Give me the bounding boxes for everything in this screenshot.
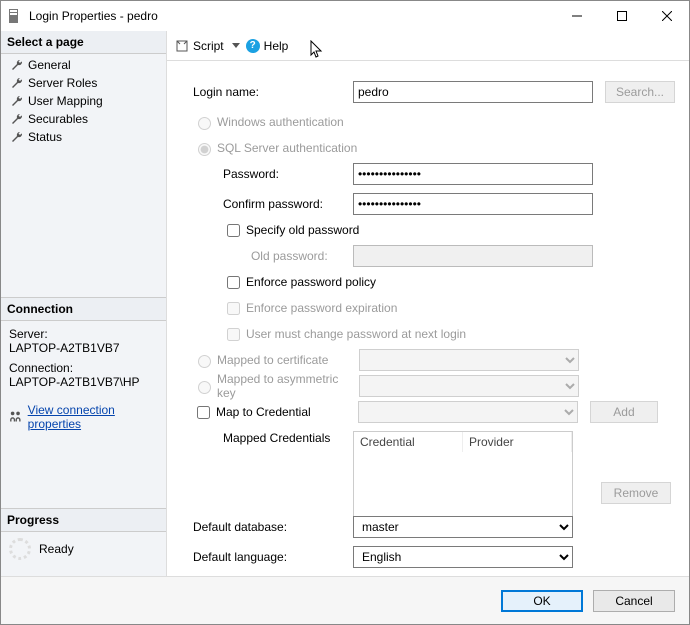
enforce-policy-checkbox[interactable] <box>227 276 240 289</box>
mapped-cert-select <box>359 349 579 371</box>
sql-auth-label: SQL Server authentication <box>217 141 357 155</box>
must-change-checkbox <box>227 328 240 341</box>
confirm-password-label: Confirm password: <box>193 197 353 211</box>
wrench-icon <box>11 77 23 89</box>
wrench-icon <box>11 59 23 71</box>
add-button: Add <box>590 401 658 423</box>
left-panel: Select a page General Server Roles User … <box>1 31 167 576</box>
password-label: Password: <box>193 167 353 181</box>
minimize-button[interactable] <box>554 2 599 30</box>
progress-spinner-icon <box>9 538 31 560</box>
default-lang-label: Default language: <box>193 550 353 564</box>
mapped-credentials-label: Mapped Credentials <box>193 429 353 445</box>
view-connection-properties-link[interactable]: View connection properties <box>28 403 158 431</box>
map-credential-label: Map to Credential <box>216 405 358 419</box>
maximize-button[interactable] <box>599 2 644 30</box>
remove-button: Remove <box>601 482 671 504</box>
mapped-asym-label: Mapped to asymmetric key <box>217 372 359 400</box>
enforce-expiration-checkbox <box>227 302 240 315</box>
chevron-down-icon <box>232 43 240 48</box>
progress-header: Progress <box>1 508 166 532</box>
col-provider: Provider <box>463 432 572 452</box>
help-icon: ? <box>246 39 260 53</box>
wrench-icon <box>11 131 23 143</box>
specify-old-password-label: Specify old password <box>246 223 359 237</box>
confirm-password-input[interactable] <box>353 193 593 215</box>
page-label: General <box>28 58 71 72</box>
login-name-input[interactable] <box>353 81 593 103</box>
old-password-input <box>353 245 593 267</box>
map-credential-select <box>358 401 578 423</box>
enforce-expiration-label: Enforce password expiration <box>246 301 397 315</box>
connection-label: Connection: <box>9 361 158 375</box>
page-server-roles[interactable]: Server Roles <box>1 74 166 92</box>
wrench-icon <box>11 113 23 125</box>
specify-old-password-checkbox[interactable] <box>227 224 240 237</box>
windows-auth-radio <box>198 117 211 130</box>
help-button[interactable]: ? Help <box>246 39 289 53</box>
server-label: Server: <box>9 327 158 341</box>
default-db-label: Default database: <box>193 520 353 534</box>
page-list: General Server Roles User Mapping Secura… <box>1 54 166 148</box>
must-change-label: User must change password at next login <box>246 327 466 341</box>
wrench-icon <box>11 95 23 107</box>
mapped-asym-select <box>359 375 579 397</box>
toolbar: Script ? Help <box>167 31 689 61</box>
page-label: User Mapping <box>28 94 103 108</box>
progress-status: Ready <box>39 542 74 556</box>
script-label: Script <box>193 39 224 53</box>
page-label: Status <box>28 130 62 144</box>
help-label: Help <box>264 39 289 53</box>
server-value: LAPTOP-A2TB1VB7 <box>9 341 158 355</box>
page-user-mapping[interactable]: User Mapping <box>1 92 166 110</box>
app-icon <box>7 8 23 24</box>
login-name-label: Login name: <box>193 85 353 99</box>
mapped-cert-label: Mapped to certificate <box>217 353 359 367</box>
map-credential-checkbox[interactable] <box>197 406 210 419</box>
default-lang-select[interactable]: English <box>353 546 573 568</box>
page-label: Securables <box>28 112 88 126</box>
enforce-policy-label: Enforce password policy <box>246 275 376 289</box>
page-label: Server Roles <box>28 76 97 90</box>
connection-props-icon <box>9 410 22 424</box>
title-bar: Login Properties - pedro <box>1 1 689 31</box>
dialog-footer: OK Cancel <box>1 576 689 624</box>
col-credential: Credential <box>354 432 463 452</box>
ok-button[interactable]: OK <box>501 590 583 612</box>
right-panel: Script ? Help Login name: Search... Wind… <box>167 31 689 576</box>
page-general[interactable]: General <box>1 56 166 74</box>
default-db-select[interactable]: master <box>353 516 573 538</box>
script-icon <box>175 39 189 53</box>
mapped-asym-radio <box>198 381 211 394</box>
close-button[interactable] <box>644 2 689 30</box>
connection-header: Connection <box>1 297 166 321</box>
sql-auth-radio <box>198 143 211 156</box>
script-dropdown[interactable]: Script <box>175 39 240 53</box>
select-page-header: Select a page <box>1 31 166 54</box>
search-button: Search... <box>605 81 675 103</box>
page-securables[interactable]: Securables <box>1 110 166 128</box>
password-input[interactable] <box>353 163 593 185</box>
mapped-cert-radio <box>198 355 211 368</box>
cancel-button[interactable]: Cancel <box>593 590 675 612</box>
window-title: Login Properties - pedro <box>29 9 554 23</box>
page-status[interactable]: Status <box>1 128 166 146</box>
cursor-icon <box>310 40 326 60</box>
windows-auth-label: Windows authentication <box>217 115 344 129</box>
connection-value: LAPTOP-A2TB1VB7\HP <box>9 375 158 389</box>
old-password-label: Old password: <box>193 249 353 263</box>
